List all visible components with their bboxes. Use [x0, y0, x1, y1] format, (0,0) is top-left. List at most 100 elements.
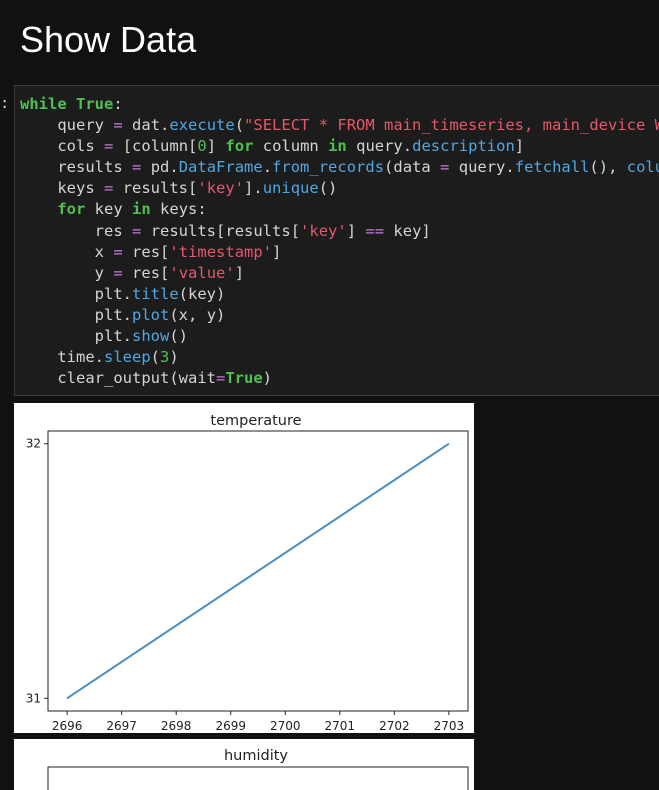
code-token-ws — [20, 222, 95, 240]
code-token-punc: : — [197, 200, 207, 219]
code-token-ws — [123, 222, 132, 240]
code-token-ws — [20, 369, 57, 387]
x-tick-label: 2701 — [325, 719, 356, 733]
code-token-attr: sleep — [104, 348, 151, 367]
code-token-ws — [123, 243, 132, 261]
series-line — [66, 442, 450, 700]
code-token-punc: . — [94, 348, 104, 367]
code-token-name: key — [188, 284, 217, 303]
code-token-op: = — [113, 242, 123, 261]
code-token-name: time — [57, 348, 95, 367]
x-tick-label: 2702 — [379, 719, 410, 733]
code-token-ws — [20, 179, 57, 197]
code-token-punc: (), — [589, 158, 618, 177]
code-token-name: wait — [178, 369, 216, 388]
code-token-name: res — [94, 221, 123, 240]
code-token-ws — [253, 137, 262, 155]
code-token-name: results — [225, 221, 291, 240]
code-line: res = results[results['key'] == key] — [20, 221, 659, 242]
code-token-ws — [67, 95, 76, 113]
code-token-name: res — [132, 263, 161, 282]
code-cell[interactable]: while True: query = dat.execute("SELECT … — [14, 85, 659, 396]
code-token-punc: ) — [262, 369, 272, 388]
code-token-op: = — [113, 116, 123, 135]
code-editor[interactable]: while True: query = dat.execute("SELECT … — [15, 86, 659, 389]
x-tick-label: 2698 — [161, 719, 192, 733]
code-token-punc: . — [262, 158, 273, 177]
humidity-chart: humidity — [47, 748, 469, 790]
code-token-str: "SELECT * FROM main_timeseries, main_dev… — [244, 116, 659, 135]
code-token-ws — [20, 137, 57, 155]
code-token-str: 'value' — [169, 263, 235, 282]
humidity-plot: humidity — [14, 739, 474, 790]
code-token-name: keys — [160, 200, 198, 219]
code-token-op: = — [104, 137, 114, 156]
code-token-attr: show — [132, 327, 170, 346]
code-token-name: query — [458, 158, 506, 177]
code-token-punc: ] — [514, 137, 525, 156]
code-token-ws — [356, 222, 365, 240]
code-token-name: plt — [94, 327, 123, 346]
code-line: plt.show() — [20, 326, 659, 347]
code-token-name: x — [94, 242, 104, 261]
code-token-keyword: for — [57, 200, 86, 219]
code-token-str: 'timestamp' — [169, 242, 273, 261]
code-token-ws — [20, 285, 95, 303]
code-token-ws — [123, 116, 132, 134]
code-token-name: results — [122, 179, 189, 198]
code-token-punc: : — [113, 95, 123, 113]
code-line: time.sleep(3) — [20, 347, 659, 368]
code-token-num: 3 — [160, 348, 170, 367]
code-token-ws — [20, 348, 57, 366]
code-line: for key in keys: — [20, 199, 659, 220]
code-token-punc: [ — [216, 221, 226, 240]
code-token-num: 0 — [197, 137, 207, 156]
code-token-ws — [113, 179, 122, 197]
x-tick-label: 2696 — [52, 719, 83, 733]
code-token-keyword: in — [132, 200, 151, 219]
code-token-punc: ( — [234, 116, 245, 135]
code-token-ws — [95, 137, 104, 155]
code-token-attr: description — [412, 137, 515, 156]
code-token-ws — [123, 158, 132, 176]
code-token-ws — [104, 116, 113, 134]
code-token-name: clear_output — [57, 369, 170, 388]
code-token-attr: unique — [262, 179, 319, 198]
code-token-name: results — [150, 221, 217, 240]
code-token-attr: execute — [169, 116, 235, 135]
code-token-punc: ( — [178, 284, 189, 303]
x-tick-label: 2697 — [106, 719, 137, 733]
code-token-ws — [20, 116, 57, 134]
code-token-punc: ]. — [244, 179, 263, 198]
code-token-op: == — [365, 221, 385, 240]
code-token-name: dat — [132, 116, 161, 135]
code-token-punc: ] — [421, 221, 431, 240]
code-token-punc: [ — [290, 221, 301, 240]
code-token-attr: plot — [132, 305, 170, 324]
y-tick-label: 31 — [26, 691, 41, 705]
x-axis: 2696 2697 2698 2699 2700 2701 2702 2703 — [52, 711, 464, 733]
code-token-punc: [ — [188, 179, 198, 198]
code-token-name: query — [57, 116, 104, 135]
code-token-ws — [20, 264, 95, 282]
code-token-ws — [20, 243, 95, 261]
code-token-name: data — [393, 158, 431, 177]
code-token-punc: . — [122, 284, 132, 303]
code-token-keyword: while — [20, 95, 67, 113]
code-token-ws — [104, 243, 113, 261]
code-line: while True: — [20, 94, 659, 115]
code-token-punc: , — [188, 305, 198, 324]
chart-title: humidity — [224, 748, 288, 764]
code-token-ws — [347, 137, 356, 155]
code-token-punc: [ — [160, 263, 170, 282]
code-token-str: 'key' — [300, 221, 347, 240]
code-token-ws — [20, 200, 57, 218]
x-tick-label: 2703 — [434, 719, 465, 733]
code-token-attr: columns — [626, 158, 659, 177]
code-token-keyword: True — [76, 95, 114, 113]
code-token-ws — [113, 137, 122, 155]
code-token-ws — [151, 200, 160, 218]
code-line: cols = [column[0] for column in query.de… — [20, 136, 659, 157]
code-token-ws — [95, 179, 104, 197]
code-token-name: y — [206, 305, 217, 324]
